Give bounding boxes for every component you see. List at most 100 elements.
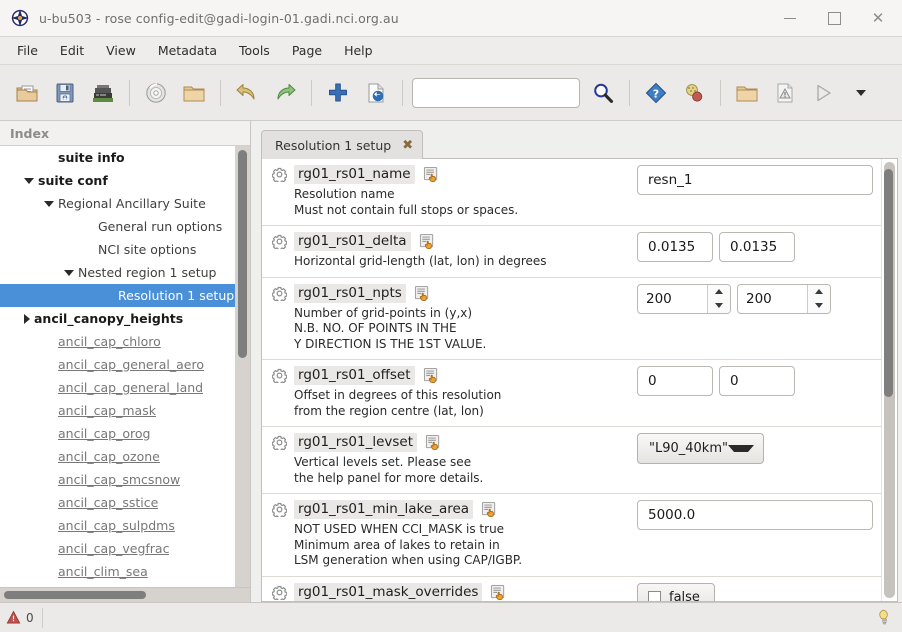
sidebar-item-ancil-cap-mask[interactable]: ancil_cap_mask	[0, 399, 250, 422]
variable-name[interactable]: rg01_rs01_npts	[294, 283, 406, 303]
sidebar-item-nested-region-1-setup[interactable]: Nested region 1 setup	[0, 261, 250, 284]
close-icon[interactable]: ✖	[402, 139, 413, 152]
help-hand-icon[interactable]	[423, 166, 440, 183]
dropdown-rg01_rs01_levset[interactable]: "L90_40km"	[637, 433, 764, 464]
browse-output-button[interactable]	[730, 76, 764, 110]
menu-help[interactable]: Help	[333, 39, 384, 62]
gear-icon[interactable]	[271, 585, 288, 601]
sidebar-item-ancil-cap-vegfrac[interactable]: ancil_cap_vegfrac	[0, 537, 250, 560]
text-input-rg01_rs01_offset-1[interactable]: 0	[719, 366, 795, 396]
help-hand-icon[interactable]	[481, 501, 498, 518]
variable-name[interactable]: rg01_rs01_delta	[294, 232, 411, 251]
sidebar-item-ancil-cap-sulpdms[interactable]: ancil_cap_sulpdms	[0, 514, 250, 537]
text-input-rg01_rs01_delta-0[interactable]: 0.0135	[637, 232, 713, 262]
search-button[interactable]	[586, 76, 620, 110]
sidebar-item-ancil-cap-ozone[interactable]: ancil_cap_ozone	[0, 445, 250, 468]
maximize-button[interactable]	[812, 1, 856, 35]
chevron-down-icon[interactable]	[24, 177, 34, 184]
gear-icon[interactable]	[271, 286, 288, 303]
help-hand-icon[interactable]	[414, 285, 431, 302]
text-input-rg01_rs01_min_lake_area-0[interactable]: 5000.0	[637, 500, 873, 530]
sidebar-item-ancil-cap-general-aero[interactable]: ancil_cap_general_aero	[0, 353, 250, 376]
panel-vertical-scrollbar[interactable]	[881, 159, 897, 601]
sidebar-item-ancil-cap-general-land[interactable]: ancil_cap_general_land	[0, 376, 250, 399]
gear-icon[interactable]	[271, 368, 288, 385]
sidebar-horizontal-scroll-thumb[interactable]	[4, 591, 146, 599]
minimize-button[interactable]	[768, 1, 812, 35]
variable-name[interactable]: rg01_rs01_levset	[294, 433, 418, 452]
gear-icon[interactable]	[271, 368, 288, 385]
sidebar-item-ancil-cap-orog[interactable]: ancil_cap_orog	[0, 422, 250, 445]
sidebar-item-ancil-cap-sstice[interactable]: ancil_cap_sstice	[0, 491, 250, 514]
view-output-button[interactable]	[768, 76, 802, 110]
menu-view[interactable]: View	[95, 39, 147, 62]
spinner-up-button[interactable]	[808, 285, 830, 299]
menu-tools[interactable]: Tools	[228, 39, 281, 62]
spinner-rg01_rs01_npts-1[interactable]: 200	[737, 283, 831, 314]
gear-icon[interactable]	[271, 167, 288, 184]
variable-name[interactable]: rg01_rs01_offset	[294, 366, 415, 385]
spinner-rg01_rs01_npts-0[interactable]: 200	[637, 283, 731, 314]
gear-icon[interactable]	[271, 234, 288, 251]
help-hand-icon[interactable]	[490, 584, 507, 601]
menu-metadata[interactable]: Metadata	[147, 39, 228, 62]
gear-icon[interactable]	[271, 286, 288, 303]
toolbar-search-box[interactable]	[412, 77, 580, 108]
gear-icon[interactable]	[271, 167, 288, 184]
chevron-right-icon[interactable]	[24, 313, 30, 324]
run-suite-button[interactable]	[806, 76, 840, 110]
metadata-button[interactable]	[677, 76, 711, 110]
help-hand-icon[interactable]	[414, 285, 431, 302]
gear-icon[interactable]	[271, 435, 288, 452]
help-hand-icon[interactable]	[419, 233, 436, 250]
sidebar-vertical-scroll-thumb[interactable]	[238, 150, 247, 358]
sidebar-item-ancil-cap-smcsnow[interactable]: ancil_cap_smcsnow	[0, 468, 250, 491]
sidebar-item-suite-conf[interactable]: suite conf	[0, 169, 250, 192]
text-input-rg01_rs01_offset-0[interactable]: 0	[637, 366, 713, 396]
redo-button[interactable]	[268, 76, 302, 110]
sidebar-item-general-run-options[interactable]: General run options	[0, 215, 250, 238]
sidebar-horizontal-scrollbar[interactable]	[0, 587, 250, 602]
open-folder-button[interactable]	[177, 76, 211, 110]
spinner-up-button[interactable]	[708, 285, 730, 299]
sidebar-item-suite-info[interactable]: suite info	[0, 146, 250, 169]
sidebar-item-nci-site-options[interactable]: NCI site options	[0, 238, 250, 261]
spinner-down-button[interactable]	[808, 299, 830, 313]
help-hand-icon[interactable]	[481, 501, 498, 518]
sidebar-item-resolution-1-setup[interactable]: Resolution 1 setup	[0, 284, 250, 307]
sidebar-vertical-scrollbar[interactable]	[235, 146, 250, 587]
sidebar-item-ancil-canopy-heights[interactable]: ancil_canopy_heights	[0, 307, 250, 330]
help-hand-icon[interactable]	[423, 166, 440, 183]
spinner-value[interactable]: 200	[738, 285, 807, 313]
help-hand-icon[interactable]	[425, 434, 442, 451]
gear-icon[interactable]	[271, 502, 288, 519]
save-button[interactable]	[48, 76, 82, 110]
tab-resolution-1-setup[interactable]: Resolution 1 setup ✖	[261, 130, 424, 159]
spinner-down-button[interactable]	[708, 299, 730, 313]
text-input-rg01_rs01_delta-1[interactable]: 0.0135	[719, 232, 795, 262]
lightbulb-icon[interactable]	[877, 609, 892, 626]
help-hand-icon[interactable]	[490, 584, 507, 601]
sidebar-item-ancil-clim-sea[interactable]: ancil_clim_sea	[0, 560, 250, 583]
variable-name[interactable]: rg01_rs01_mask_overrides	[294, 582, 483, 601]
spinner-value[interactable]: 200	[638, 285, 707, 313]
check-button[interactable]	[139, 76, 173, 110]
help-button[interactable]: ?	[639, 76, 673, 110]
gear-icon[interactable]	[271, 234, 288, 251]
panel-vertical-scroll-thumb[interactable]	[884, 169, 893, 397]
menu-page[interactable]: Page	[281, 39, 333, 62]
gear-icon[interactable]	[271, 502, 288, 519]
sidebar-item-ancil-cap-chloro[interactable]: ancil_cap_chloro	[0, 330, 250, 353]
menu-edit[interactable]: Edit	[49, 39, 95, 62]
help-hand-icon[interactable]	[423, 367, 440, 384]
checkbox-rg01_rs01_mask_overrides[interactable]: false	[637, 582, 715, 601]
menu-file[interactable]: File	[6, 39, 49, 62]
sidebar-item-regional-ancillary-suite[interactable]: Regional Ancillary Suite	[0, 192, 250, 215]
help-hand-icon[interactable]	[419, 233, 436, 250]
run-dropdown-button[interactable]	[844, 76, 878, 110]
browse-button[interactable]	[86, 76, 120, 110]
variable-name[interactable]: rg01_rs01_min_lake_area	[294, 500, 474, 519]
help-hand-icon[interactable]	[423, 367, 440, 384]
open-suite-button[interactable]	[10, 76, 44, 110]
close-button[interactable]: ✕	[856, 1, 900, 35]
